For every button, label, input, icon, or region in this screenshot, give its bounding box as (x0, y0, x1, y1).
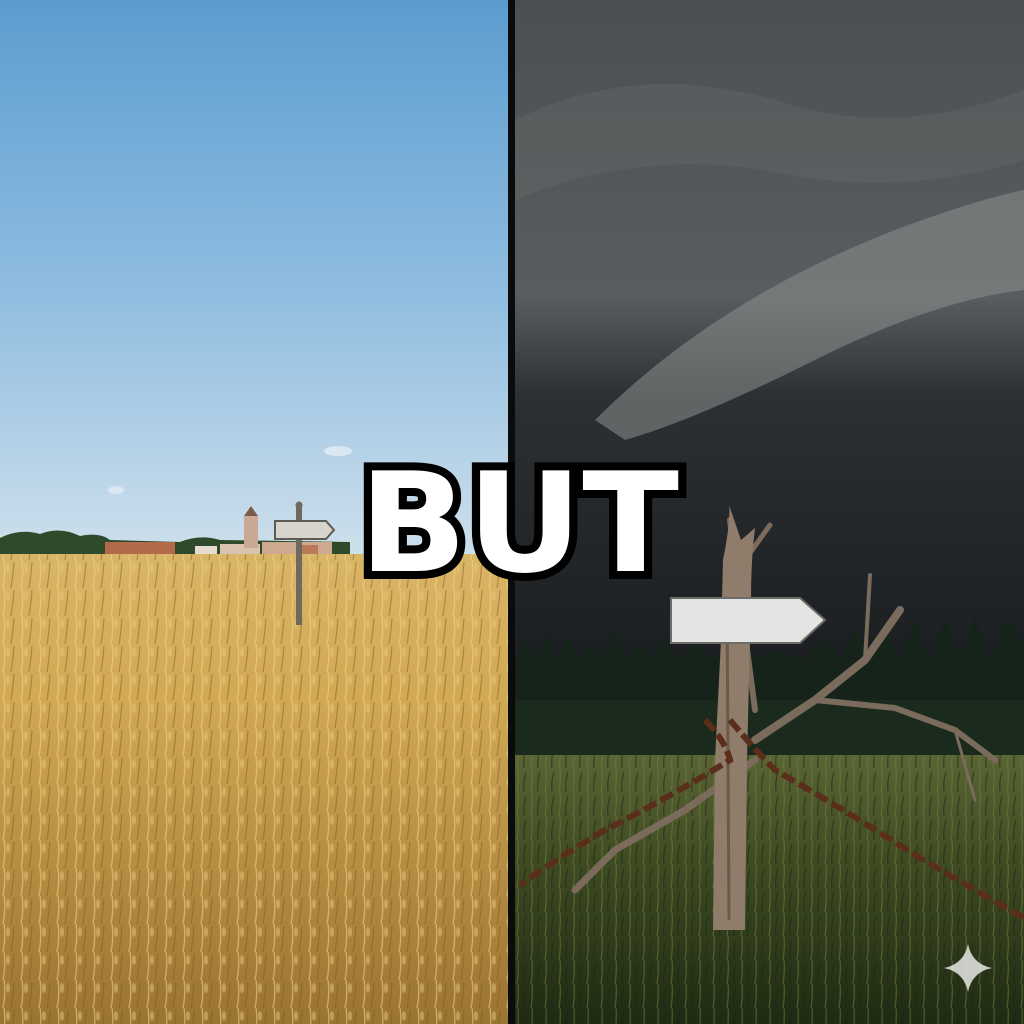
caption-label: BUT (359, 452, 679, 598)
caption-text-graphic: BUT (351, 452, 687, 598)
caption-but: BUT (348, 452, 690, 598)
small-cloud (108, 486, 124, 494)
sparkle-icon (944, 944, 992, 992)
split-comparison-image: BUT (0, 0, 1024, 1024)
arrow-sign-icon (670, 597, 827, 644)
